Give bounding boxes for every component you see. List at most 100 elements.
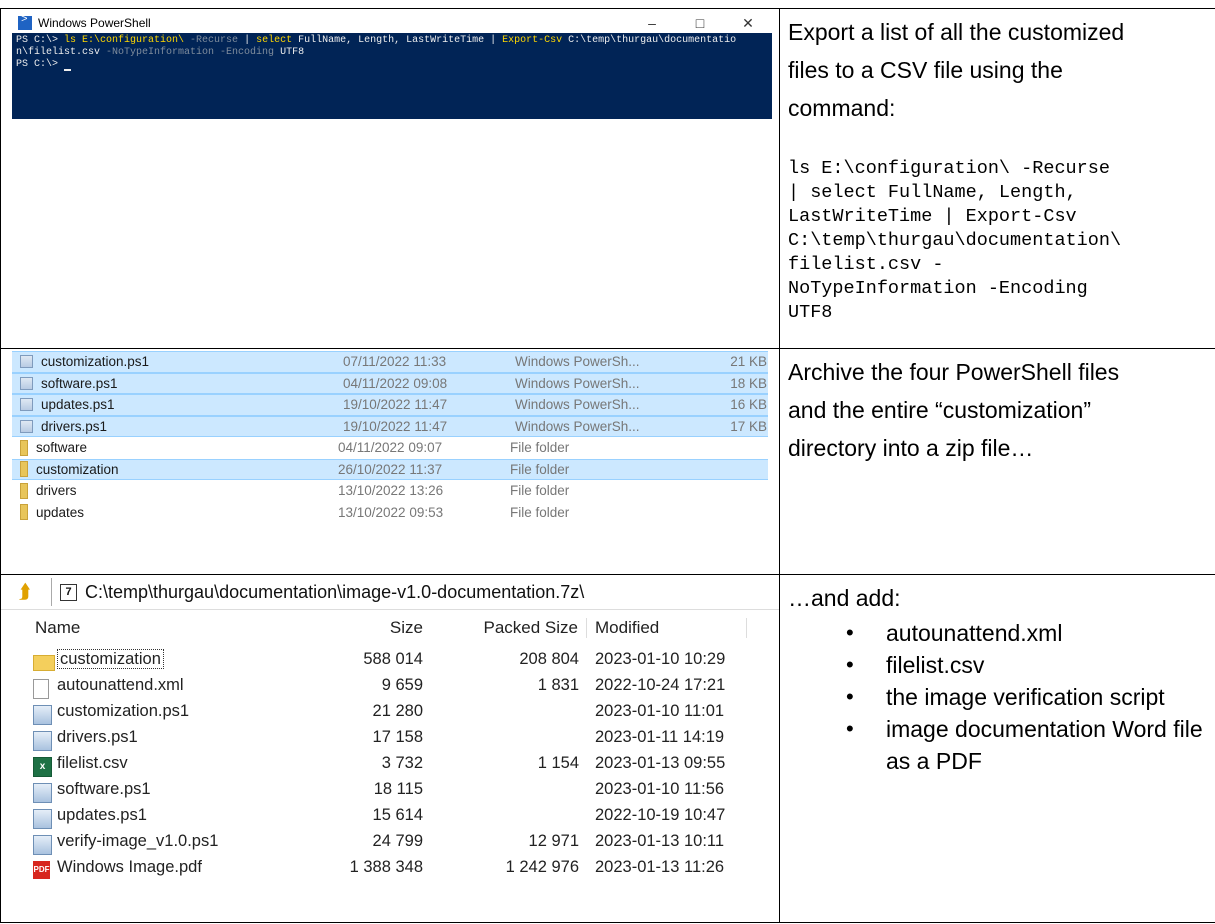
code-line: NoTypeInformation -Encoding bbox=[788, 278, 1088, 299]
close-button[interactable]: ✕ bbox=[724, 15, 772, 32]
archive-description-cell: Archive the four PowerShell files and th… bbox=[779, 348, 1215, 575]
code-line: | select FullName, Length, bbox=[788, 182, 1077, 203]
code-line: ls E:\configuration\ -Recurse bbox=[788, 158, 1110, 179]
file-type: File folder bbox=[510, 504, 570, 520]
entry-size: 588 014 bbox=[363, 649, 423, 668]
entry-modified: 2023-01-10 11:56 bbox=[595, 779, 725, 798]
explorer-cell: customization.ps1 07/11/2022 11:33 Windows… bbox=[0, 348, 780, 575]
file-row-updates-ps1[interactable]: updates.ps1 19/10/2022 11:47 Windows Power… bbox=[12, 394, 768, 416]
code-line: LastWriteTime | Export-Csv bbox=[788, 206, 1077, 227]
row-add-files: ⮭ 7 C:\temp\thurgau\documentation\image-… bbox=[0, 574, 1215, 923]
folder-icon bbox=[20, 482, 28, 499]
powershell-titlebar: Windows PowerShell – □ ✕ bbox=[12, 13, 772, 33]
folder-row-software[interactable]: software 04/11/2022 09:07 File folder bbox=[12, 437, 768, 459]
export-description-cell: Export a list of all the customized file… bbox=[779, 8, 1215, 349]
file-name: updates bbox=[36, 504, 85, 520]
cmd-ls: ls E:\configuration\ bbox=[64, 35, 191, 46]
code-line: C:\temp\thurgau\documentation\ bbox=[788, 230, 1122, 251]
bullet-item: the image verification script bbox=[846, 681, 1215, 713]
entry-name: filelist.csv bbox=[57, 753, 128, 772]
entry-name: software.ps1 bbox=[57, 779, 151, 798]
archive-row[interactable]: customization.ps1 21 280 2023-01-10 11:01 bbox=[1, 698, 779, 725]
entry-packed: 12 971 bbox=[528, 831, 579, 850]
cmd-export: Export-Csv bbox=[502, 35, 563, 46]
archive-row[interactable]: x filelist.csv 3 732 1 154 2023-01-13 09:55 bbox=[1, 750, 779, 777]
column-name[interactable]: Name bbox=[1, 618, 301, 638]
file-date: 19/10/2022 11:47 bbox=[343, 397, 448, 413]
file-date: 04/11/2022 09:07 bbox=[338, 440, 443, 456]
export-path: C:\temp\thurgau\documentatio bbox=[562, 35, 737, 46]
file-row-drivers-ps1[interactable]: drivers.ps1 19/10/2022 11:47 Windows Power… bbox=[12, 415, 768, 437]
address-box[interactable]: 7 C:\temp\thurgau\documentation\image-v1… bbox=[51, 578, 740, 606]
file-name: updates.ps1 bbox=[41, 397, 115, 413]
code-line: UTF8 bbox=[788, 302, 833, 323]
powershell-file-icon bbox=[33, 782, 52, 803]
column-size[interactable]: Size bbox=[301, 618, 431, 638]
explorer-file-list: customization.ps1 07/11/2022 11:33 Windows… bbox=[12, 351, 768, 523]
folder-row-updates[interactable]: updates 13/10/2022 09:53 File folder bbox=[12, 502, 768, 524]
minimize-button[interactable]: – bbox=[628, 15, 676, 32]
file-name: software.ps1 bbox=[41, 375, 118, 391]
entry-modified: 2022-10-19 10:47 bbox=[595, 805, 726, 824]
powershell-file-icon bbox=[33, 704, 52, 725]
archive-row[interactable]: drivers.ps1 17 158 2023-01-11 14:19 bbox=[1, 724, 779, 751]
file-size: 18 KB bbox=[730, 375, 767, 391]
folder-row-customization[interactable]: customization 26/10/2022 11:37 File folder bbox=[12, 458, 768, 480]
pdf-file-icon: PDF bbox=[33, 860, 50, 879]
file-date: 07/11/2022 11:33 bbox=[343, 354, 447, 370]
export-desc-line3: command: bbox=[788, 95, 896, 121]
powershell-icon bbox=[18, 14, 32, 30]
file-type: Windows PowerSh... bbox=[515, 418, 640, 434]
maximize-button[interactable]: □ bbox=[676, 15, 724, 32]
archive-row[interactable]: software.ps1 18 115 2023-01-10 11:56 bbox=[1, 776, 779, 803]
prompt: PS C:\> bbox=[16, 35, 65, 46]
powershell-file-icon bbox=[20, 376, 33, 390]
add-bullet-list: autounattend.xml filelist.csv the image … bbox=[788, 617, 1215, 777]
folder-icon bbox=[20, 439, 28, 456]
column-modified[interactable]: Modified bbox=[587, 618, 747, 638]
bullet-item: filelist.csv bbox=[846, 649, 1215, 681]
file-date: 04/11/2022 09:08 bbox=[343, 375, 448, 391]
instruction-table: Windows PowerShell – □ ✕ PS C:\> ls E:\c… bbox=[0, 8, 1215, 923]
entry-name: Windows Image.pdf bbox=[57, 857, 202, 876]
powershell-file-icon bbox=[20, 419, 33, 433]
export-path-cont: n\filelist.csv bbox=[16, 47, 107, 58]
row-archive: customization.ps1 07/11/2022 11:33 Windows… bbox=[0, 348, 1215, 575]
archive-desc-line2: and the entire “customization” bbox=[788, 397, 1091, 423]
entry-size: 21 280 bbox=[372, 701, 423, 720]
powershell-window: Windows PowerShell – □ ✕ PS C:\> ls E:\c… bbox=[12, 13, 772, 119]
sevenzip-address-bar: ⮭ 7 C:\temp\thurgau\documentation\image-… bbox=[1, 575, 779, 610]
folder-row-drivers[interactable]: drivers 13/10/2022 13:26 File folder bbox=[12, 480, 768, 502]
archive-row[interactable]: autounattend.xml 9 659 1 831 2022-10-24 17:… bbox=[1, 672, 779, 699]
archive-row[interactable]: PDF Windows Image.pdf 1 388 348 1 242 976 20… bbox=[1, 854, 779, 880]
export-desc-line2: files to a CSV file using the bbox=[788, 57, 1063, 83]
file-type: File folder bbox=[510, 440, 570, 456]
sevenzip-cell: ⮭ 7 C:\temp\thurgau\documentation\image-… bbox=[0, 574, 780, 923]
entry-name: autounattend.xml bbox=[57, 675, 184, 694]
prompt-2: PS C:\> bbox=[16, 59, 65, 70]
entry-name: verify-image_v1.0.ps1 bbox=[57, 831, 219, 850]
entry-packed: 1 154 bbox=[537, 753, 579, 772]
archive-row[interactable]: customization 588 014 208 804 2023-01-10 10… bbox=[1, 646, 779, 672]
pipe: | bbox=[238, 35, 257, 46]
column-packed-size[interactable]: Packed Size bbox=[431, 618, 587, 638]
param-encoding: -Encoding bbox=[214, 47, 281, 58]
select-fields: FullName, Length, LastWriteTime | bbox=[292, 35, 503, 46]
entry-size: 17 158 bbox=[372, 727, 423, 746]
entry-modified: 2023-01-10 10:29 bbox=[595, 649, 726, 668]
up-folder-icon[interactable]: ⮭ bbox=[19, 582, 37, 602]
file-row-customization-ps1[interactable]: customization.ps1 07/11/2022 11:33 Windows… bbox=[12, 351, 768, 373]
entry-name: customization.ps1 bbox=[57, 701, 190, 720]
file-row-software-ps1[interactable]: software.ps1 04/11/2022 09:08 Windows Powe… bbox=[12, 372, 768, 394]
file-size: 17 KB bbox=[730, 418, 767, 434]
file-type: Windows PowerSh... bbox=[515, 354, 640, 370]
file-name: software bbox=[36, 440, 88, 456]
add-intro: …and add: bbox=[788, 585, 901, 611]
entry-packed: 208 804 bbox=[519, 649, 579, 668]
archive-row[interactable]: updates.ps1 15 614 2022-10-19 10:47 bbox=[1, 802, 779, 829]
code-line: filelist.csv - bbox=[788, 254, 944, 275]
entry-name: customization bbox=[57, 648, 164, 669]
powershell-console[interactable]: PS C:\> ls E:\configuration\ -Recurse | … bbox=[12, 33, 772, 73]
archive-row[interactable]: verify-image_v1.0.ps1 24 799 12 971 2023-01… bbox=[1, 828, 779, 855]
cropped-top-text bbox=[0, 0, 1215, 8]
